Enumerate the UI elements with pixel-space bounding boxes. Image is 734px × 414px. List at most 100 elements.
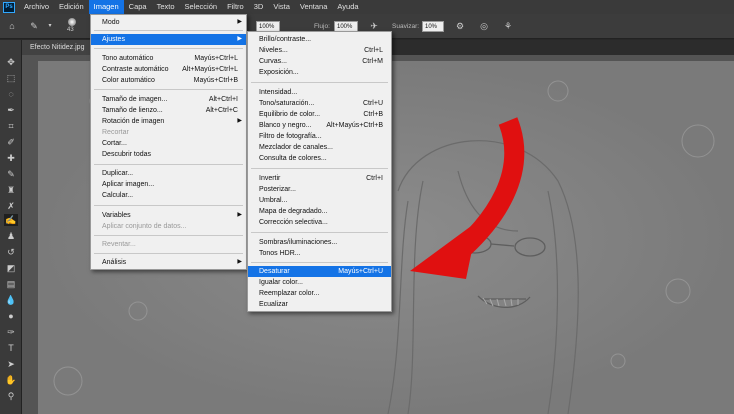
brush-tool-icon[interactable]: ✎	[4, 168, 18, 180]
photoshop-logo: Ps	[3, 1, 15, 13]
menu-item-exposicion[interactable]: Exposición...	[248, 67, 391, 78]
menu-item-descubrir-todas[interactable]: Descubrir todas	[91, 149, 246, 160]
move-tool-icon[interactable]: ✥	[4, 56, 18, 68]
suavizar-field[interactable]: 10%	[422, 21, 444, 32]
pen-tool-icon[interactable]: ✑	[4, 326, 18, 338]
menu-item-calcular[interactable]: Calcular...	[91, 190, 246, 201]
menu-item-tonos-hdr[interactable]: Tonos HDR...	[248, 248, 391, 259]
menu-seleccion[interactable]: Selección	[180, 0, 223, 14]
tools-panel: ✥ ⬚ ◌ ✒ ⌗ ✐ ✚ ✎ ♜ ✗ ✍ ♟ ↺ ◩ ▤ 💧 ● ✑ T ➤ …	[0, 40, 22, 414]
gear-icon[interactable]: ⚙	[454, 20, 466, 32]
menu-ayuda[interactable]: Ayuda	[332, 0, 363, 14]
menu-item-brillo-contraste[interactable]: Brillo/contraste...	[248, 34, 391, 45]
marquee-tool-icon[interactable]: ⬚	[4, 72, 18, 84]
menu-item-igualar-color[interactable]: Igualar color...	[248, 277, 391, 288]
zoom-tool-icon[interactable]: ⚲	[4, 390, 18, 402]
path-select-tool-icon[interactable]: ➤	[4, 358, 18, 370]
menu-item-niveles[interactable]: Niveles... Ctrl+L	[248, 45, 391, 56]
symmetry-icon[interactable]: ⚘	[502, 20, 514, 32]
menu-texto[interactable]: Texto	[152, 0, 180, 14]
menu-imagen[interactable]: Imagen	[88, 0, 124, 14]
menu-item-recortar: Recortar	[102, 129, 129, 136]
submenu-arrow-icon: ▶	[237, 259, 242, 265]
menu-filtro[interactable]: Filtro	[222, 0, 249, 14]
menu-item-posterizar[interactable]: Posterizar...	[248, 184, 391, 195]
lasso-tool-icon[interactable]: ◌	[4, 88, 18, 100]
eyedropper-tool-icon[interactable]: ✐	[4, 136, 18, 148]
menu-separator	[251, 168, 388, 169]
suavizar-label: Suavizar:	[392, 23, 420, 30]
blur-tool-icon[interactable]: 💧	[4, 294, 18, 306]
menu-item-sombras-iluminaciones[interactable]: Sombras/iluminaciones...	[248, 237, 391, 248]
menu-item-invertir[interactable]: Invertir Ctrl+I	[248, 173, 391, 184]
imagen-dropdown-menu: Modo ▶ Ajustes ▶ Tono automático Mayús+Ctrl…	[90, 14, 247, 270]
menu-item-filtro-fotografia[interactable]: Filtro de fotografía...	[248, 131, 391, 142]
menu-separator	[94, 205, 243, 206]
menu-archivo[interactable]: Archivo	[19, 0, 54, 14]
menu-item-intensidad[interactable]: Intensidad...	[248, 87, 391, 98]
menu-item-duplicar[interactable]: Duplicar...	[91, 168, 246, 179]
submenu-arrow-icon: ▶	[237, 212, 242, 218]
pressure-size-icon[interactable]: ◎	[478, 20, 490, 32]
history-brush-icon[interactable]: ↺	[4, 246, 18, 258]
crop-tool-icon[interactable]: ⌗	[4, 120, 18, 132]
menu-item-correccion-selectiva[interactable]: Corrección selectiva...	[248, 217, 391, 228]
flujo-label: Flujo:	[314, 23, 330, 30]
quick-select-tool-icon[interactable]: ✒	[4, 104, 18, 116]
menu-item-aplicar-conjunto-datos: Aplicar conjunto de datos...	[102, 223, 187, 230]
menu-ventana[interactable]: Ventana	[295, 0, 333, 14]
brush-preset-picker[interactable]: 43	[64, 17, 80, 37]
stamp-tool-icon[interactable]: ♜	[4, 184, 18, 196]
healing-tool-icon[interactable]: ✚	[4, 152, 18, 164]
gradient-tool-icon[interactable]: ▤	[4, 278, 18, 290]
dodge-tool-icon[interactable]: ●	[4, 310, 18, 322]
brush-tool-selected-icon[interactable]: ✍	[4, 214, 18, 226]
submenu-arrow-icon: ▶	[237, 19, 242, 25]
menu-item-contraste-automatico[interactable]: Contraste automático Alt+Mayús+Ctrl+L	[91, 64, 246, 75]
brush-tool-icon[interactable]: ✎	[28, 20, 40, 32]
menu-separator	[94, 235, 243, 236]
menu-vista[interactable]: Vista	[268, 0, 295, 14]
menu-item-curvas[interactable]: Curvas... Ctrl+M	[248, 56, 391, 67]
stamp-tool-icon[interactable]: ♟	[4, 230, 18, 242]
menu-separator	[251, 82, 388, 83]
menu-item-ecualizar[interactable]: Ecualizar	[248, 299, 391, 310]
menu-item-rotacion-imagen[interactable]: Rotación de imagen ▶	[91, 116, 246, 127]
menu-item-tamano-lienzo[interactable]: Tamaño de lienzo... Alt+Ctrl+C	[91, 105, 246, 116]
menu-item-variables[interactable]: Variables ▶	[91, 210, 246, 221]
menu-item-tamano-imagen[interactable]: Tamaño de imagen... Alt+Ctrl+I	[91, 94, 246, 105]
menu-item-analisis[interactable]: Análisis ▶	[91, 257, 246, 268]
menu-3d[interactable]: 3D	[249, 0, 269, 14]
menu-item-ajustes[interactable]: Ajustes ▶	[91, 34, 246, 45]
menu-item-equilibrio-color[interactable]: Equilibrio de color... Ctrl+B	[248, 109, 391, 120]
menu-item-umbral[interactable]: Umbral...	[248, 195, 391, 206]
menu-separator	[94, 253, 243, 254]
menu-item-reemplazar-color[interactable]: Reemplazar color...	[248, 288, 391, 299]
menu-item-aplicar-imagen[interactable]: Aplicar imagen...	[91, 179, 246, 190]
chevron-down-icon[interactable]: ▾	[44, 20, 56, 32]
menu-separator	[94, 89, 243, 90]
menu-item-modo[interactable]: Modo ▶	[91, 17, 246, 28]
menu-edicion[interactable]: Edición	[54, 0, 89, 14]
menu-item-tono-saturacion[interactable]: Tono/saturación... Ctrl+U	[248, 98, 391, 109]
menu-item-mapa-degradado[interactable]: Mapa de degradado...	[248, 206, 391, 217]
menu-item-mezclador-canales[interactable]: Mezclador de canales...	[248, 142, 391, 153]
menu-item-tono-automatico[interactable]: Tono automático Mayús+Ctrl+L	[91, 53, 246, 64]
red-arrow-annotation	[410, 117, 525, 279]
menu-capa[interactable]: Capa	[124, 0, 152, 14]
hand-tool-icon[interactable]: ✋	[4, 374, 18, 386]
menu-item-desaturar[interactable]: Desaturar Mayús+Ctrl+U	[248, 266, 391, 277]
menu-item-blanco-negro[interactable]: Blanco y negro... Alt+Mayús+Ctrl+B	[248, 120, 391, 131]
menu-separator	[94, 164, 243, 165]
submenu-arrow-icon: ▶	[237, 36, 242, 42]
home-icon[interactable]: ⌂	[6, 20, 18, 32]
menu-bar: Ps Archivo Edición Imagen Capa Texto Sel…	[0, 0, 734, 14]
document-tab[interactable]: Efecto Nitidez.jpg	[22, 40, 93, 55]
history-brush-tool-icon[interactable]: ✗	[4, 200, 18, 212]
type-tool-icon[interactable]: T	[4, 342, 18, 354]
menu-item-cortar[interactable]: Cortar...	[91, 138, 246, 149]
eraser-tool-icon[interactable]: ◩	[4, 262, 18, 274]
menu-item-color-automatico[interactable]: Color automático Mayús+Ctrl+B	[91, 75, 246, 86]
ajustes-submenu: Brillo/contraste... Niveles... Ctrl+L Cur…	[247, 31, 392, 312]
menu-item-consulta-colores[interactable]: Consulta de colores...	[248, 153, 391, 164]
